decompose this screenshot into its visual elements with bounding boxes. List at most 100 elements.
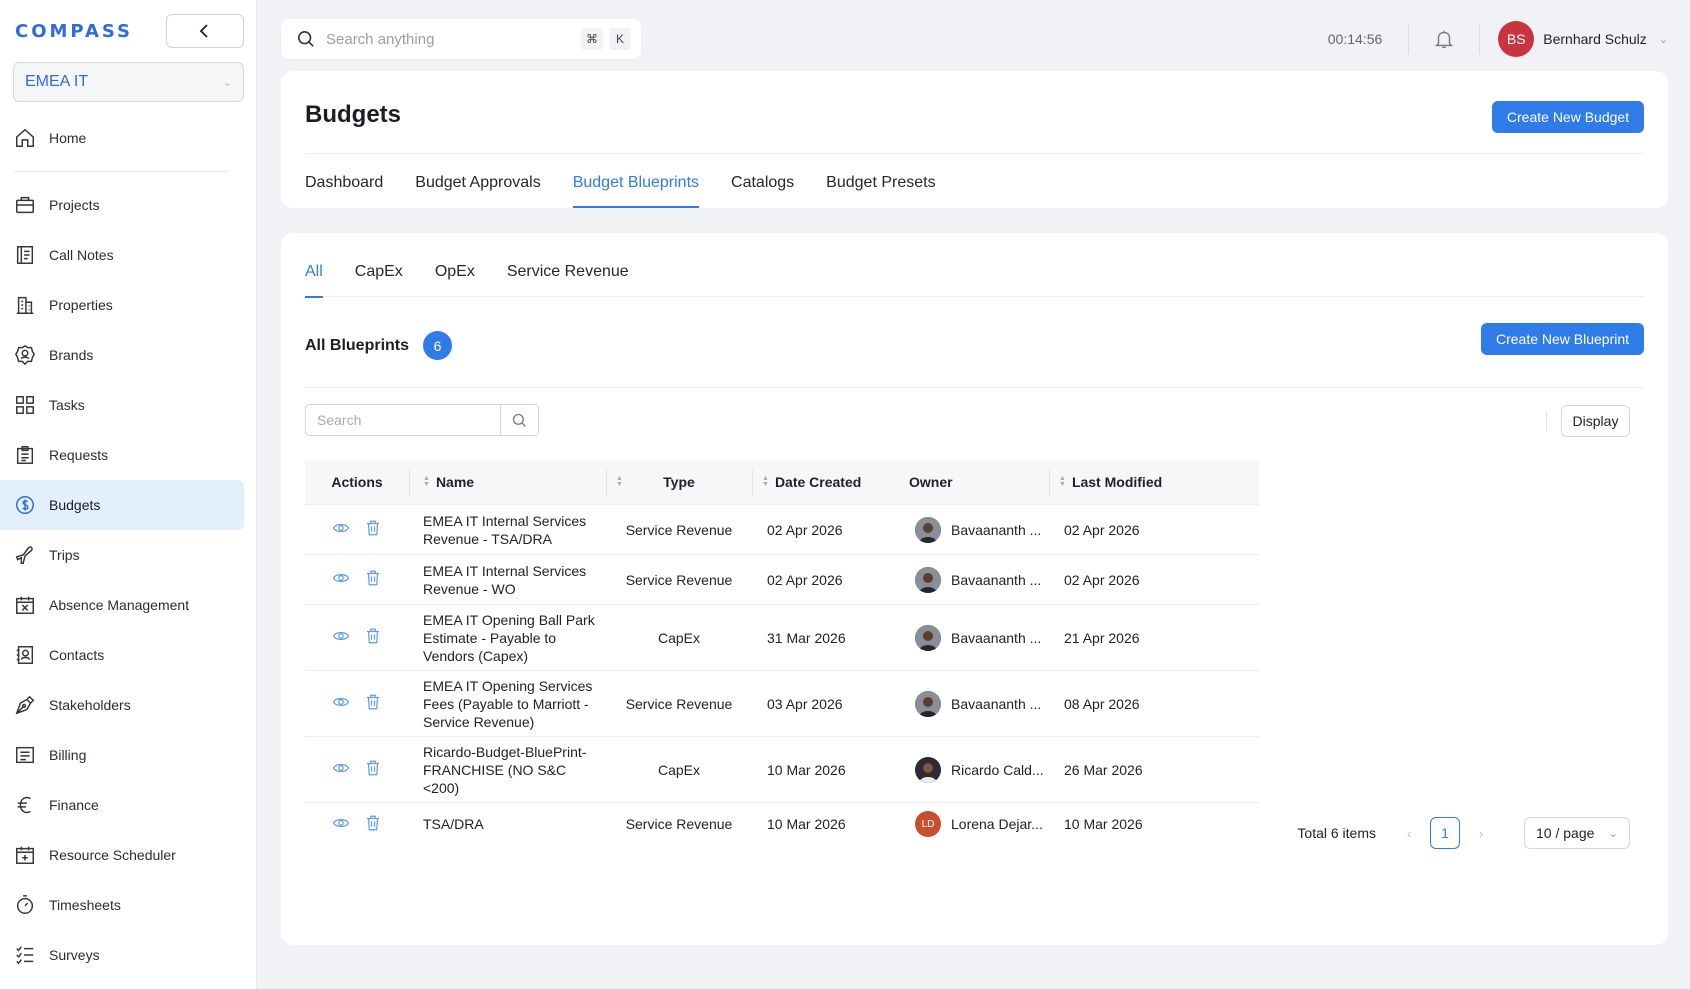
col-last-modified[interactable]: ▲ ▼ Last Modified (1049, 460, 1199, 505)
chevron-right-icon[interactable]: › (1466, 826, 1496, 841)
trash-icon[interactable] (364, 759, 382, 780)
create-blueprint-button[interactable]: Create New Blueprint (1481, 323, 1644, 355)
eye-icon[interactable] (332, 814, 350, 835)
sidebar-item-label: Home (49, 130, 87, 146)
sidebar-item-resource-scheduler[interactable]: Resource Scheduler (0, 830, 244, 880)
trash-icon[interactable] (364, 814, 382, 835)
blueprints-panel: All CapEx OpEx Service Revenue All Bluep… (281, 233, 1668, 945)
subtab-opex[interactable]: OpEx (435, 263, 475, 297)
sidebar-item-home[interactable]: Home (0, 113, 244, 163)
col-name-label: Name (435, 474, 475, 490)
col-date-created-label: Date Created (774, 474, 862, 490)
table-header: Actions ▲ ▼ Name ▲ ▼ Type ▲ ▼ Date Created … (305, 460, 1259, 505)
trash-icon[interactable] (364, 693, 382, 714)
row-actions (305, 627, 409, 648)
sort-icon[interactable]: ▲ ▼ (762, 475, 769, 488)
table-row[interactable]: EMEA IT Opening Ball Park Estimate - Pay… (305, 605, 1259, 671)
cell-date-created: 10 Mar 2026 (767, 816, 846, 832)
eye-icon[interactable] (332, 627, 350, 648)
sidebar-item-billing[interactable]: Billing (0, 730, 244, 780)
sidebar-item-label: Requests (49, 447, 109, 463)
table-search-button[interactable] (500, 405, 538, 435)
user-avatar[interactable]: BS (1498, 21, 1535, 57)
sidebar-item-properties[interactable]: Properties (0, 280, 244, 330)
tab-budget-approvals[interactable]: Budget Approvals (415, 174, 540, 208)
sidebar-item-tasks[interactable]: Tasks (0, 380, 244, 430)
sidebar-item-timesheets[interactable]: Timesheets (0, 880, 244, 930)
sort-icon[interactable]: ▲ ▼ (1059, 475, 1066, 488)
subtab-service-revenue[interactable]: Service Revenue (507, 263, 629, 297)
table-row[interactable]: EMEA IT Opening Services Fees (Payable t… (305, 671, 1259, 737)
sidebar-item-projects[interactable]: Projects (0, 180, 244, 230)
sidebar-item-contacts[interactable]: Contacts (0, 630, 244, 680)
chevron-down-icon[interactable]: ⌄ (1659, 33, 1668, 46)
table-row[interactable]: TSA/DRA Service Revenue 10 Mar 2026 LD L… (305, 803, 1259, 845)
sort-icon[interactable]: ▲ ▼ (616, 475, 623, 488)
tab-catalogs[interactable]: Catalogs (731, 174, 794, 208)
table-row[interactable]: EMEA IT Internal Services Revenue - WO S… (305, 555, 1259, 605)
create-budget-button[interactable]: Create New Budget (1492, 101, 1644, 133)
compass-logo[interactable]: COMPASS (15, 21, 133, 42)
header-divider (305, 153, 1644, 154)
collapse-sidebar-button[interactable] (166, 14, 244, 48)
sidebar-item-requests[interactable]: Requests (0, 430, 244, 480)
chevron-down-icon: ⌄ (222, 76, 232, 89)
page-size-select[interactable]: 10 / page ⌄ (1524, 817, 1630, 849)
page-button[interactable]: 1 (1430, 817, 1460, 849)
cell-owner: Ricardo Cald... (901, 756, 1049, 783)
global-search[interactable]: Search anything ⌘ K (281, 19, 641, 59)
sidebar-item-budgets[interactable]: Budgets (0, 480, 244, 530)
col-name[interactable]: ▲ ▼ Name (409, 460, 606, 505)
topbar-divider (1408, 24, 1410, 54)
table-row[interactable]: Ricardo-Budget-BluePrint-FRANCHISE (NO S… (305, 737, 1259, 803)
sidebar-item-trips[interactable]: Trips (0, 530, 244, 580)
trash-icon[interactable] (364, 519, 382, 540)
cell-type: Service Revenue (625, 695, 733, 712)
sidebar-item-surveys[interactable]: Surveys (0, 930, 244, 980)
sidebar-item-label: Brands (49, 347, 94, 363)
sidebar-item-stakeholders[interactable]: Stakeholders (0, 680, 244, 730)
row-actions (305, 693, 409, 714)
tab-dashboard[interactable]: Dashboard (305, 174, 383, 208)
cell-type: CapEx (657, 761, 701, 778)
pagination-total: Total 6 items (1297, 825, 1376, 841)
sidebar-item-finance[interactable]: Finance (0, 780, 244, 830)
user-name[interactable]: Bernhard Schulz (1543, 31, 1647, 47)
table-row[interactable]: EMEA IT Internal Services Revenue - TSA/… (305, 505, 1259, 555)
eye-icon[interactable] (332, 569, 350, 590)
table-search: Search (305, 404, 539, 436)
trash-icon[interactable] (364, 627, 382, 648)
sidebar-item-call-notes[interactable]: Call Notes (0, 230, 244, 280)
sidebar-item-absence-management[interactable]: Absence Management (0, 580, 244, 630)
display-button[interactable]: Display (1561, 405, 1630, 437)
session-timer: 00:14:56 (1327, 31, 1383, 47)
subtab-all[interactable]: All (305, 263, 323, 298)
chevron-left-icon[interactable]: ‹ (1394, 826, 1424, 841)
row-actions (305, 569, 409, 590)
owner-avatar: LD (915, 811, 941, 837)
tab-budget-blueprints[interactable]: Budget Blueprints (572, 174, 700, 208)
row-actions (305, 519, 409, 540)
row-actions (305, 759, 409, 780)
bell-icon[interactable] (1433, 28, 1455, 50)
owner-name: Bavaananth ... (951, 629, 1042, 646)
eye-icon[interactable] (332, 693, 350, 714)
col-type[interactable]: ▲ ▼ Type (606, 460, 752, 505)
sidebar-item-brands[interactable]: Brands (0, 330, 244, 380)
trash-icon[interactable] (364, 569, 382, 590)
org-select[interactable]: EMEA IT ⌄ (13, 62, 244, 102)
table-search-input[interactable]: Search (306, 405, 500, 435)
cell-name: Ricardo-Budget-BluePrint-FRANCHISE (NO S… (423, 743, 587, 796)
col-date-created[interactable]: ▲ ▼ Date Created (752, 460, 901, 505)
sort-icon[interactable]: ▲ ▼ (423, 475, 430, 488)
tab-budget-presets[interactable]: Budget Presets (826, 174, 935, 208)
subtab-capex[interactable]: CapEx (355, 263, 403, 297)
cell-owner: Bavaananth ... (901, 690, 1049, 717)
eye-icon[interactable] (332, 759, 350, 780)
sidebar-item-label: Tasks (49, 397, 85, 413)
owner-name: Bavaananth ... (951, 521, 1042, 538)
row-actions (305, 814, 409, 835)
owner-name: Bavaananth ... (951, 695, 1042, 712)
pagination: Total 6 items ‹ 1 › 10 / page ⌄ (1297, 817, 1630, 849)
eye-icon[interactable] (332, 519, 350, 540)
